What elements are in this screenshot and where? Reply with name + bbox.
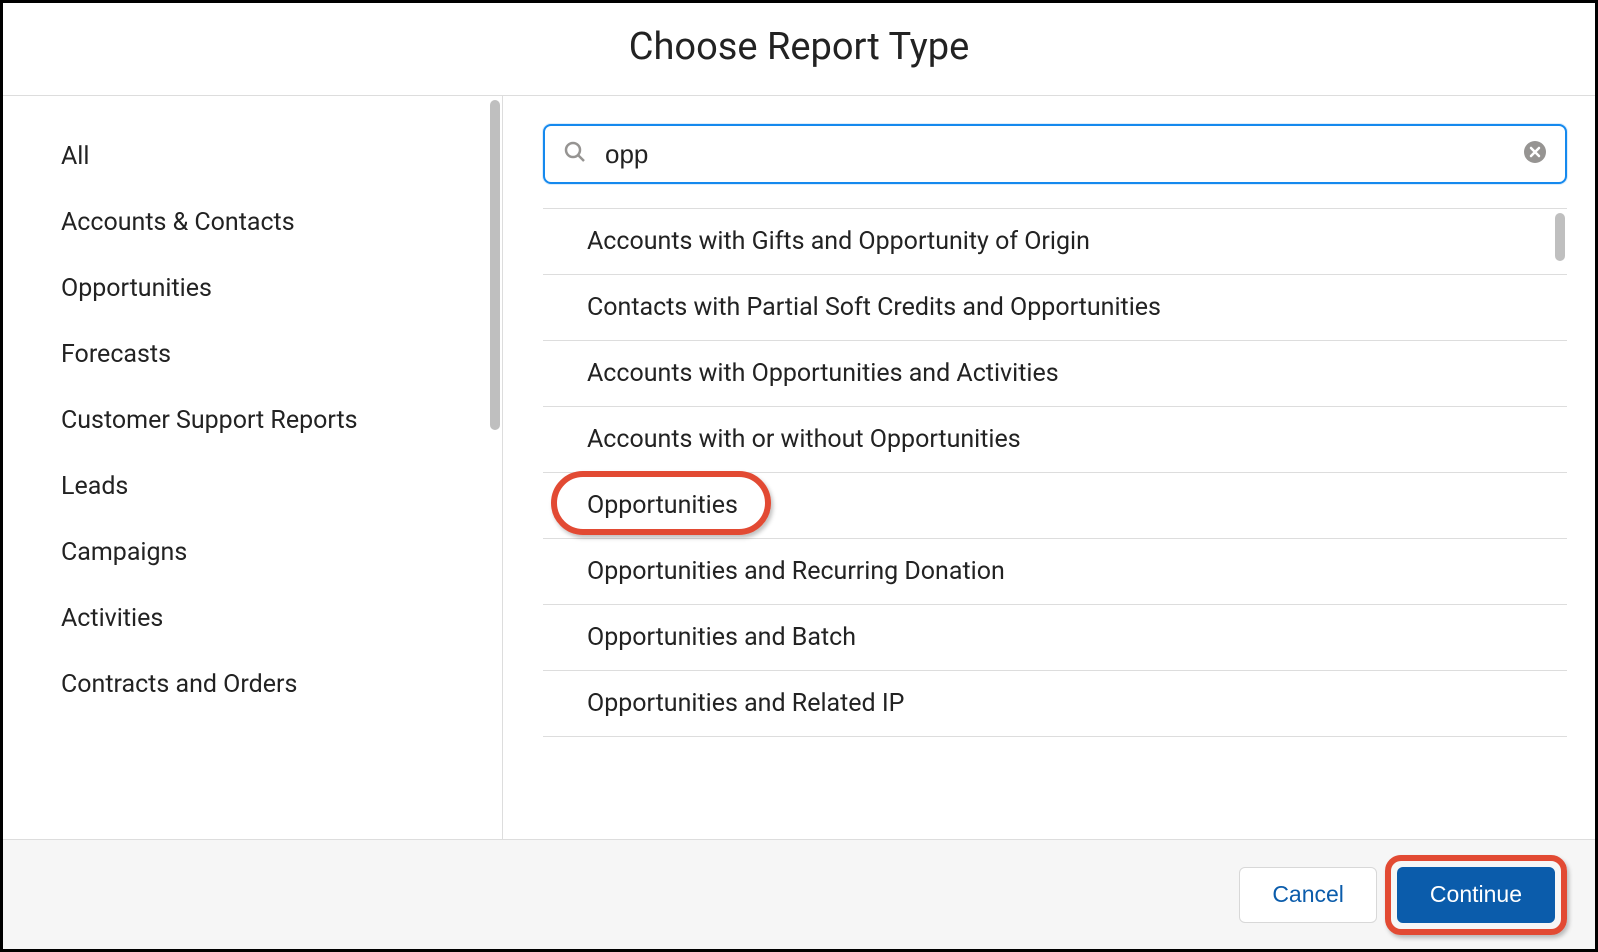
result-item[interactable]: Accounts with Gifts and Opportunity of O… [543,209,1567,275]
sidebar-item-campaigns[interactable]: Campaigns [3,520,502,586]
sidebar-item-leads[interactable]: Leads [3,454,502,520]
modal-footer: Cancel Continue [3,839,1595,949]
modal-body: All Accounts & Contacts Opportunities Fo… [3,96,1595,839]
results-list: Accounts with Gifts and Opportunity of O… [543,208,1567,839]
continue-button[interactable]: Continue [1397,867,1555,923]
sidebar-scroll-thumb[interactable] [490,100,500,430]
modal-header: Choose Report Type [3,3,1595,96]
result-item[interactable]: Opportunities and Recurring Donation [543,539,1567,605]
result-item[interactable]: Opportunities and Batch [543,605,1567,671]
sidebar-scrollbar[interactable] [488,96,502,839]
search-icon [563,140,587,168]
sidebar-item-forecasts[interactable]: Forecasts [3,322,502,388]
sidebar-item-all[interactable]: All [3,124,502,190]
sidebar-item-accounts-contacts[interactable]: Accounts & Contacts [3,190,502,256]
clear-search-icon[interactable] [1523,140,1547,168]
cancel-button[interactable]: Cancel [1239,867,1377,923]
search-input[interactable] [543,124,1567,184]
result-item[interactable]: Accounts with or without Opportunities [543,407,1567,473]
search-wrapper [543,124,1567,184]
result-item-opportunities[interactable]: Opportunities [543,473,1567,539]
sidebar-item-activities[interactable]: Activities [3,586,502,652]
result-item[interactable]: Opportunities and Related IP [543,671,1567,737]
results-scrollbar[interactable] [1553,209,1567,839]
category-sidebar: All Accounts & Contacts Opportunities Fo… [3,96,503,839]
result-item[interactable]: Contacts with Partial Soft Credits and O… [543,275,1567,341]
result-item-label: Opportunities [587,491,738,520]
sidebar-item-opportunities[interactable]: Opportunities [3,256,502,322]
results-scroll-thumb[interactable] [1555,213,1565,261]
sidebar-item-contracts-orders[interactable]: Contracts and Orders [3,652,502,718]
result-item[interactable]: Accounts with Opportunities and Activiti… [543,341,1567,407]
sidebar-item-customer-support[interactable]: Customer Support Reports [3,388,502,454]
main-panel: Accounts with Gifts and Opportunity of O… [503,96,1595,839]
modal-title: Choose Report Type [3,25,1595,69]
